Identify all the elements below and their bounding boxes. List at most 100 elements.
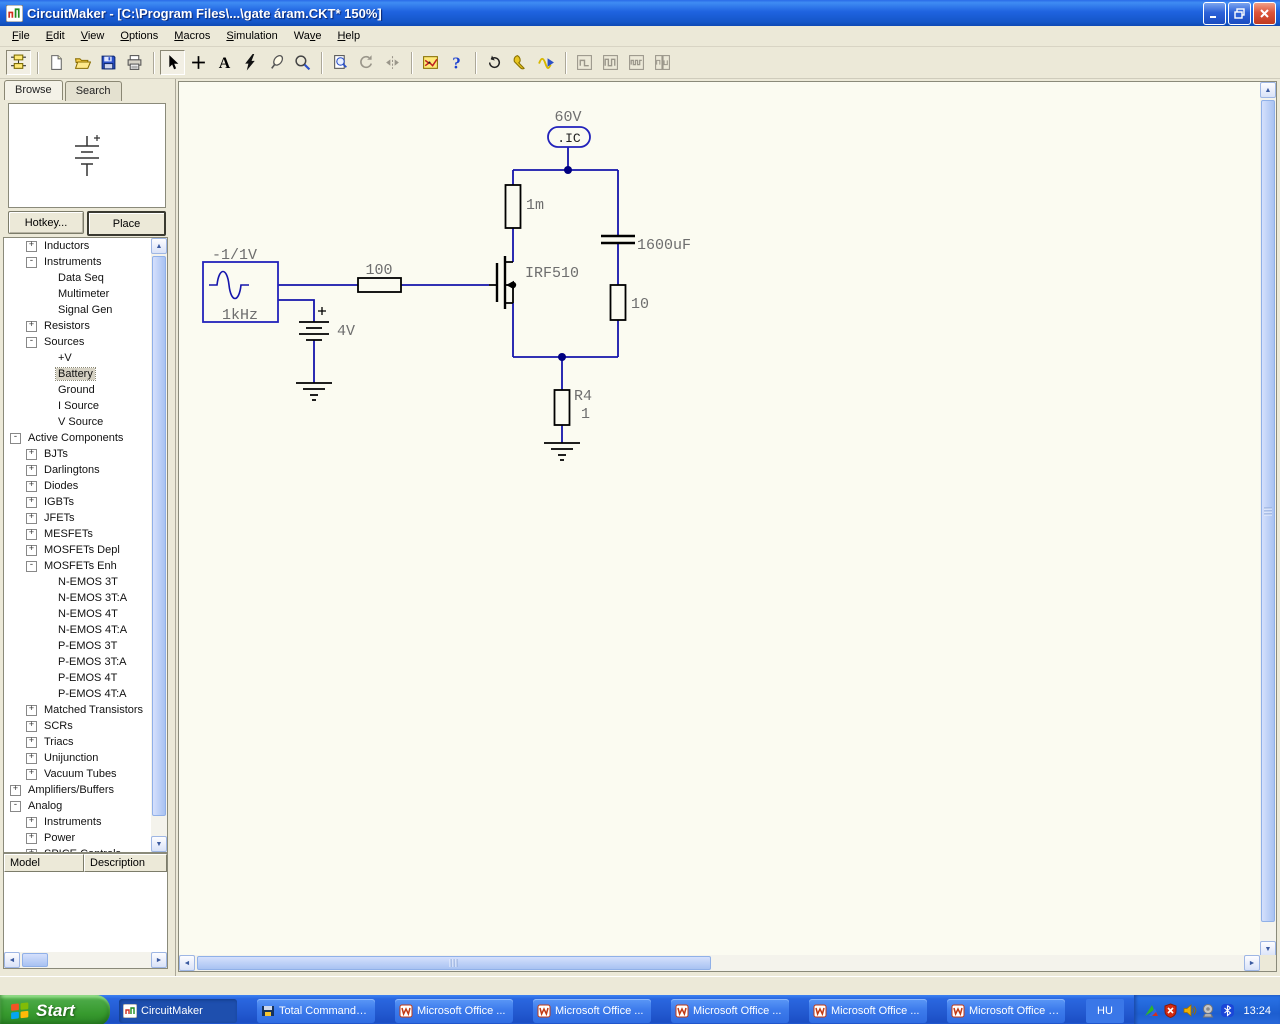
select-cursor-button[interactable] [160, 50, 185, 75]
tree-item-battery[interactable]: Battery [4, 366, 151, 382]
tree-item-darlingtons[interactable]: + Darlingtons [4, 462, 151, 478]
ground-symbol-battery[interactable] [296, 382, 332, 401]
tree-item-bjts[interactable]: + BJTs [4, 446, 151, 462]
minimize-button[interactable] [1203, 1, 1226, 25]
tree-item--v[interactable]: +V [4, 350, 151, 366]
tree-item-instruments[interactable]: - Instruments [4, 254, 151, 270]
canvas-vertical-scrollbar[interactable]: ▲ ▼ [1260, 82, 1276, 957]
expand-icon[interactable]: + [26, 752, 37, 764]
tree-item-label[interactable]: Amplifiers/Buffers [26, 784, 116, 796]
tab-search[interactable]: Search [64, 81, 122, 101]
place-button[interactable]: Place [87, 211, 166, 236]
expand-icon[interactable]: + [26, 720, 37, 732]
scroll-up-button[interactable]: ▲ [151, 238, 167, 254]
restore-button[interactable] [1228, 1, 1251, 25]
tree-item-triacs[interactable]: + Triacs [4, 734, 151, 750]
tree-item-amplifiers-buffers[interactable]: + Amplifiers/Buffers [4, 782, 151, 798]
tree-item-n-emos-3t-a[interactable]: N-EMOS 3T:A [4, 590, 151, 606]
tree-item-instruments[interactable]: + Instruments [4, 814, 151, 830]
tab-browse[interactable]: Browse [4, 80, 63, 100]
taskbar-button-microsoft-office-p-[interactable]: Microsoft Office P... [947, 998, 1065, 1023]
tree-item-label[interactable]: P-EMOS 4T:A [56, 688, 128, 700]
tree-item-label[interactable]: V Source [56, 416, 105, 428]
tree-item-n-emos-3t[interactable]: N-EMOS 3T [4, 574, 151, 590]
tree-item-mosfets-enh[interactable]: - MOSFETs Enh [4, 558, 151, 574]
tree-item-active-components[interactable]: - Active Components [4, 430, 151, 446]
expand-icon[interactable]: + [26, 512, 37, 524]
tree-item-mosfets-depl[interactable]: + MOSFETs Depl [4, 542, 151, 558]
tree-scroll-thumb[interactable] [152, 256, 166, 816]
browse-components-button[interactable] [6, 50, 31, 75]
menu-macros[interactable]: Macros [166, 28, 218, 44]
expand-icon[interactable]: + [26, 768, 37, 780]
tree-item-inductors[interactable]: + Inductors [4, 238, 151, 254]
security-alert-icon[interactable] [1163, 1003, 1178, 1018]
tree-item-label[interactable]: P-EMOS 3T:A [56, 656, 128, 668]
tree-vertical-scrollbar[interactable]: ▲ ▼ [151, 238, 167, 852]
save-file-button[interactable] [96, 50, 121, 75]
tree-item-label[interactable]: MESFETs [42, 528, 95, 540]
tree-item-p-emos-4t-a[interactable]: P-EMOS 4T:A [4, 686, 151, 702]
tree-item-label[interactable]: Inductors [42, 240, 91, 252]
tree-item-label[interactable]: Unijunction [42, 752, 100, 764]
tree-item-p-emos-3t-a[interactable]: P-EMOS 3T:A [4, 654, 151, 670]
tree-item-label[interactable]: BJTs [42, 448, 70, 460]
taskbar-button-microsoft-office-[interactable]: Microsoft Office ... [671, 998, 789, 1023]
expand-icon[interactable]: + [26, 320, 37, 332]
tree-item-label[interactable]: P-EMOS 4T [56, 672, 119, 684]
tree-item-label[interactable]: Triacs [42, 736, 76, 748]
delete-bolt-tool-button[interactable] [238, 50, 263, 75]
tree-item-label[interactable]: Signal Gen [56, 304, 114, 316]
model-scroll-thumb[interactable] [22, 953, 48, 967]
rotate-button[interactable] [354, 50, 379, 75]
expand-icon[interactable]: + [26, 528, 37, 540]
tree-item-label[interactable]: N-EMOS 3T:A [56, 592, 129, 604]
tree-item-label[interactable]: IGBTs [42, 496, 76, 508]
tree-item-label[interactable]: Vacuum Tubes [42, 768, 119, 780]
tree-item-multimeter[interactable]: Multimeter [4, 286, 151, 302]
tree-item-p-emos-4t[interactable]: P-EMOS 4T [4, 670, 151, 686]
collapse-icon[interactable]: - [10, 432, 21, 444]
open-file-button[interactable] [70, 50, 95, 75]
expand-icon[interactable]: + [26, 480, 37, 492]
collapse-icon[interactable]: - [26, 560, 37, 572]
resistor-10[interactable] [609, 284, 627, 321]
canvas-hscroll-thumb[interactable] [197, 956, 711, 970]
tree-item-label[interactable]: Active Components [26, 432, 125, 444]
model-column-header[interactable]: Model [4, 854, 84, 872]
tree-item-label[interactable]: N-EMOS 3T [56, 576, 120, 588]
scroll-down-button[interactable]: ▼ [151, 836, 167, 852]
taskbar-button-microsoft-office-[interactable]: Microsoft Office ... [533, 998, 651, 1023]
page-preview-button[interactable] [328, 50, 353, 75]
tree-item-label[interactable]: SPICE Controls [42, 848, 123, 852]
tree-item-i-source[interactable]: I Source [4, 398, 151, 414]
scroll-left-button[interactable]: ◄ [179, 955, 195, 971]
taskbar-button-microsoft-office-[interactable]: Microsoft Office ... [395, 998, 513, 1023]
options-wrench-button[interactable] [508, 50, 533, 75]
tree-item-ground[interactable]: Ground [4, 382, 151, 398]
capacitor-1600uF[interactable] [601, 234, 635, 245]
tree-item-jfets[interactable]: + JFETs [4, 510, 151, 526]
tree-item-signal-gen[interactable]: Signal Gen [4, 302, 151, 318]
expand-icon[interactable]: + [26, 496, 37, 508]
menu-help[interactable]: Help [329, 28, 368, 44]
new-document-button[interactable] [44, 50, 69, 75]
tree-item-unijunction[interactable]: + Unijunction [4, 750, 151, 766]
menu-options[interactable]: Options [112, 28, 166, 44]
bluetooth-icon[interactable] [1220, 1003, 1235, 1018]
tree-item-n-emos-4t[interactable]: N-EMOS 4T [4, 606, 151, 622]
model-horizontal-scrollbar[interactable]: ◄ ► [4, 952, 167, 968]
tree-item-label[interactable]: N-EMOS 4T [56, 608, 120, 620]
tree-item-label[interactable]: N-EMOS 4T:A [56, 624, 129, 636]
tree-item-label[interactable]: Analog [26, 800, 64, 812]
tree-item-label[interactable]: Resistors [42, 320, 92, 332]
tree-item-spice-controls[interactable]: + SPICE Controls [4, 846, 151, 852]
tree-item-data-seq[interactable]: Data Seq [4, 270, 151, 286]
expand-icon[interactable]: + [26, 240, 37, 252]
hotkey-button[interactable]: Hotkey... [8, 211, 85, 234]
tree-item-label[interactable]: Data Seq [56, 272, 106, 284]
tree-item-label[interactable]: Instruments [42, 816, 103, 828]
tree-item-label[interactable]: +V [56, 352, 74, 364]
tree-item-label[interactable]: Power [42, 832, 77, 844]
tree-item-label[interactable]: Sources [42, 336, 86, 348]
